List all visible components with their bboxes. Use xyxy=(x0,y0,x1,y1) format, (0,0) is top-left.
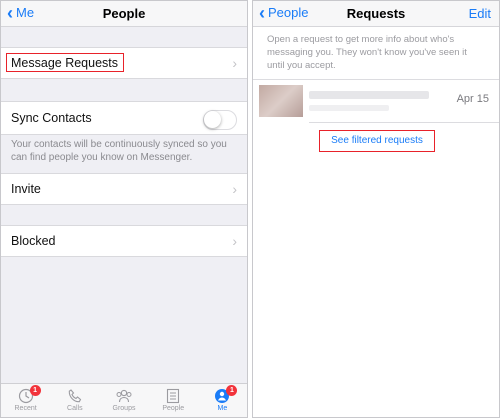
sync-contacts-row: Sync Contacts xyxy=(1,101,247,135)
request-date: Apr 15 xyxy=(456,93,489,105)
blurred-preview xyxy=(309,105,389,111)
tab-people[interactable]: People xyxy=(149,384,198,417)
people-screen: ‹ Me People Message Requests › Sync Cont… xyxy=(0,0,248,418)
chevron-right-icon: › xyxy=(232,233,237,249)
message-requests-row[interactable]: Message Requests › xyxy=(1,47,247,79)
invite-label: Invite xyxy=(11,182,41,196)
see-filtered-requests-link[interactable]: See filtered requests xyxy=(320,135,434,146)
avatar xyxy=(259,85,303,117)
sync-footnote: Your contacts will be continuously synce… xyxy=(11,139,227,163)
divider xyxy=(253,79,499,80)
tab-bar: 1 Recent Calls Groups People 1 Me xyxy=(1,383,247,417)
page-title: People xyxy=(102,6,146,21)
message-requests-label: Message Requests xyxy=(11,56,119,70)
nav-bar: ‹ Me People xyxy=(1,1,247,27)
invite-row[interactable]: Invite › xyxy=(1,173,247,205)
recent-badge: 1 xyxy=(29,385,41,396)
tab-label: Recent xyxy=(14,405,37,412)
blocked-row[interactable]: Blocked › xyxy=(1,225,247,257)
tab-label: Groups xyxy=(112,405,136,412)
edit-button[interactable]: Edit xyxy=(469,6,491,21)
chevron-right-icon: › xyxy=(232,181,237,197)
chevron-right-icon: › xyxy=(232,55,237,71)
requests-screen: ‹ People Requests Edit Open a request to… xyxy=(252,0,500,418)
tab-label: Calls xyxy=(67,405,83,412)
tab-label: Me xyxy=(217,405,228,412)
sync-contacts-toggle[interactable] xyxy=(203,110,237,130)
tab-recent[interactable]: 1 Recent xyxy=(1,384,50,417)
tab-me[interactable]: 1 Me xyxy=(198,384,247,417)
nav-bar: ‹ People Requests Edit xyxy=(253,1,499,27)
tab-calls[interactable]: Calls xyxy=(50,384,99,417)
blurred-name xyxy=(309,91,429,99)
requests-info: Open a request to get more info about wh… xyxy=(267,34,467,71)
blocked-label: Blocked xyxy=(11,234,56,248)
toggle-knob xyxy=(204,111,221,128)
tab-groups[interactable]: Groups xyxy=(99,384,148,417)
sync-contacts-label: Sync Contacts xyxy=(11,111,92,125)
highlight-box: See filtered requests xyxy=(319,130,435,152)
me-badge: 1 xyxy=(226,385,238,396)
list-icon xyxy=(167,388,180,404)
tab-label: People xyxy=(162,405,185,412)
groups-icon xyxy=(116,389,132,403)
divider xyxy=(309,122,499,123)
phone-icon xyxy=(68,389,81,403)
page-title: Requests xyxy=(346,6,406,21)
